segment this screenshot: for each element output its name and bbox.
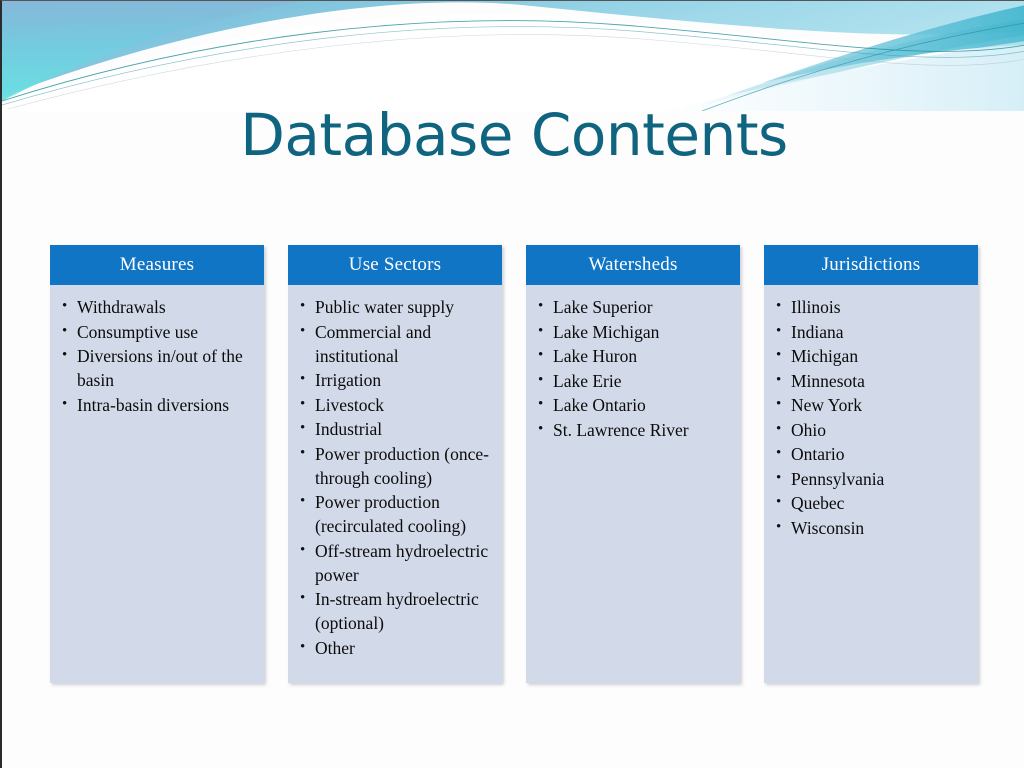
list-item: Consumptive use <box>60 319 256 344</box>
list-item: Quebec <box>774 490 970 515</box>
list-item: New York <box>774 392 970 417</box>
list-item: Lake Ontario <box>536 392 732 417</box>
list-item: Industrial <box>298 416 494 441</box>
bullet-list-measures: Withdrawals Consumptive use Diversions i… <box>60 294 256 417</box>
list-item: Lake Erie <box>536 368 732 393</box>
list-item: Commercial and institutional <box>298 319 494 368</box>
list-item: Illinois <box>774 294 970 319</box>
list-item: Diversions in/out of the basin <box>60 343 256 392</box>
column-header-use-sectors: Use Sectors <box>288 245 502 285</box>
list-item: Indiana <box>774 319 970 344</box>
column-body-use-sectors: Public water supply Commercial and insti… <box>288 285 502 683</box>
list-item: Power production (recirculated cooling) <box>298 489 494 538</box>
list-item: Ontario <box>774 441 970 466</box>
list-item: Ohio <box>774 417 970 442</box>
column-body-measures: Withdrawals Consumptive use Diversions i… <box>50 285 264 683</box>
bullet-list-use-sectors: Public water supply Commercial and insti… <box>298 294 494 660</box>
list-item: Irrigation <box>298 367 494 392</box>
list-item: Wisconsin <box>774 515 970 540</box>
column-header-watersheds: Watersheds <box>526 245 740 285</box>
column-header-jurisdictions: Jurisdictions <box>764 245 978 285</box>
column-body-watersheds: Lake Superior Lake Michigan Lake Huron L… <box>526 285 740 683</box>
column-header-measures: Measures <box>50 245 264 285</box>
list-item: Lake Huron <box>536 343 732 368</box>
column-use-sectors: Use Sectors Public water supply Commerci… <box>288 245 502 683</box>
list-item: Off-stream hydroelectric power <box>298 538 494 587</box>
list-item: St. Lawrence River <box>536 417 732 442</box>
list-item: Michigan <box>774 343 970 368</box>
list-item: Livestock <box>298 392 494 417</box>
list-item: Other <box>298 635 494 660</box>
column-watersheds: Watersheds Lake Superior Lake Michigan L… <box>526 245 740 683</box>
column-jurisdictions: Jurisdictions Illinois Indiana Michigan … <box>764 245 978 683</box>
wave-header-decoration <box>2 1 1024 111</box>
column-body-jurisdictions: Illinois Indiana Michigan Minnesota New … <box>764 285 978 683</box>
bullet-list-watersheds: Lake Superior Lake Michigan Lake Huron L… <box>536 294 732 442</box>
bullet-list-jurisdictions: Illinois Indiana Michigan Minnesota New … <box>774 294 970 540</box>
list-item: In-stream hydroelectric (optional) <box>298 586 494 635</box>
content-columns: Measures Withdrawals Consumptive use Div… <box>50 245 978 685</box>
list-item: Public water supply <box>298 294 494 319</box>
list-item: Intra-basin diversions <box>60 392 256 417</box>
list-item: Pennsylvania <box>774 466 970 491</box>
page-title: Database Contents <box>240 101 788 169</box>
list-item: Lake Michigan <box>536 319 732 344</box>
column-measures: Measures Withdrawals Consumptive use Div… <box>50 245 264 683</box>
list-item: Lake Superior <box>536 294 732 319</box>
list-item: Power production (once-through cooling) <box>298 441 494 490</box>
list-item: Minnesota <box>774 368 970 393</box>
list-item: Withdrawals <box>60 294 256 319</box>
slide-canvas: Database Contents Measures Withdrawals C… <box>0 0 1024 768</box>
